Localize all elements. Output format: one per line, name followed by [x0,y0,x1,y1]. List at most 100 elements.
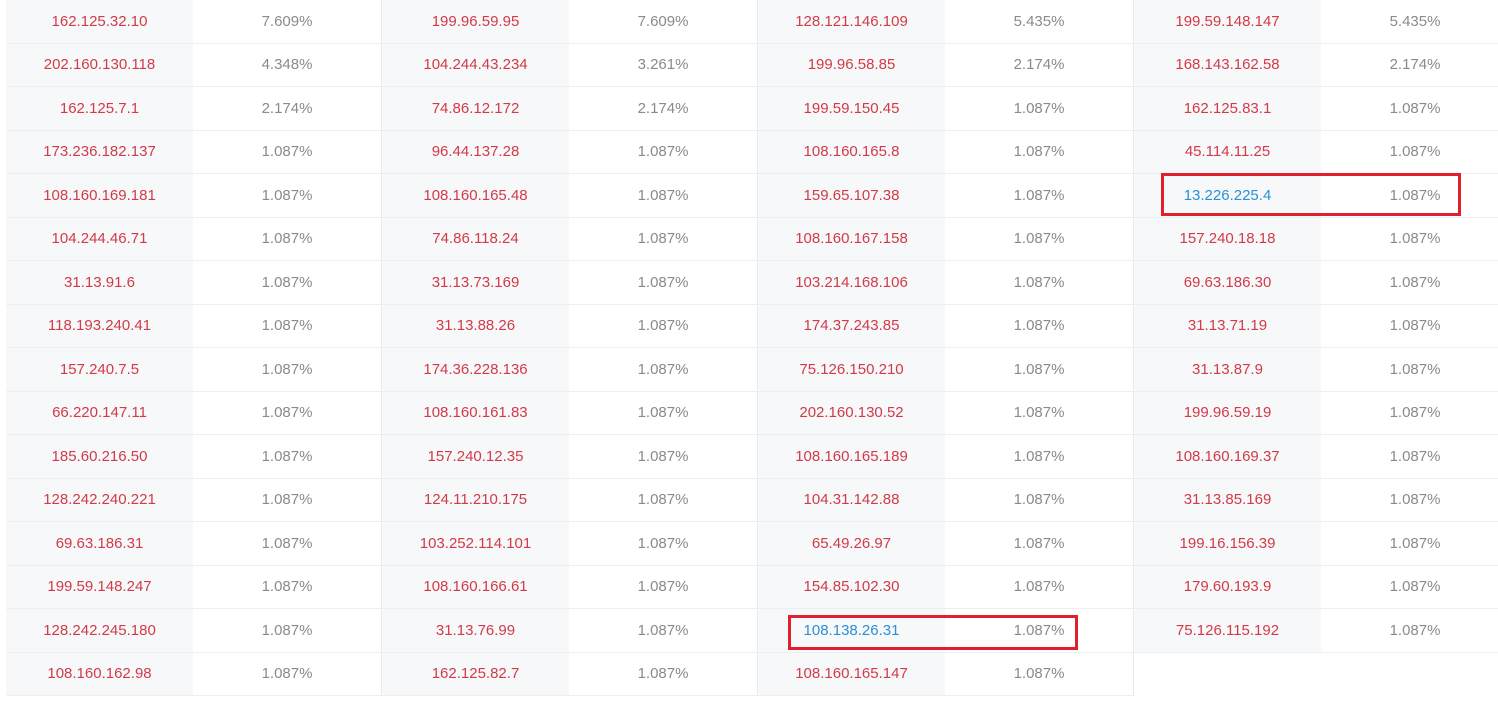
table-row[interactable]: 31.13.91.6 1.087% [6,261,381,305]
table-row[interactable]: 168.143.162.58 2.174% [1134,43,1498,87]
ip-address: 199.59.148.247 [6,565,193,608]
table-row[interactable]: 108.160.162.98 1.087% [6,652,381,696]
table-row[interactable]: 31.13.88.26 1.087% [382,304,757,348]
ip-address: 199.59.150.45 [758,87,945,130]
table-row[interactable]: 162.125.83.1 1.087% [1134,87,1498,131]
table-row[interactable]: 31.13.87.9 1.087% [1134,348,1498,392]
table-row[interactable]: 74.86.12.172 2.174% [382,87,757,131]
percentage: 2.174% [569,87,757,130]
table-row[interactable]: 104.244.46.71 1.087% [6,217,381,261]
table-row[interactable]: 124.11.210.175 1.087% [382,478,757,522]
percentage: 1.087% [1321,304,1498,347]
table-row[interactable]: 75.126.115.192 1.087% [1134,609,1498,653]
ip-address: 162.125.7.1 [6,87,193,130]
percentage: 5.435% [1321,0,1498,43]
table-row[interactable]: 45.114.11.25 1.087% [1134,130,1498,174]
table-row[interactable]: 103.252.114.101 1.087% [382,522,757,566]
table-row[interactable]: 202.160.130.52 1.087% [758,391,1133,435]
table-row[interactable]: 157.240.7.5 1.087% [6,348,381,392]
ip-address: 108.160.169.181 [6,174,193,217]
table-row[interactable]: 159.65.107.38 1.087% [758,174,1133,218]
table-row[interactable]: 174.37.243.85 1.087% [758,304,1133,348]
percentage: 1.087% [569,522,757,565]
table-row[interactable]: 199.59.150.45 1.087% [758,87,1133,131]
percentage: 1.087% [1321,478,1498,521]
table-row[interactable]: 96.44.137.28 1.087% [382,130,757,174]
percentage: 1.087% [1321,522,1498,565]
table-row[interactable]: 162.125.82.7 1.087% [382,652,757,696]
percentage: 1.087% [569,391,757,434]
percentage: 1.087% [193,522,381,565]
table-row[interactable]: 128.242.245.180 1.087% [6,609,381,653]
table-row[interactable]: 199.16.156.39 1.087% [1134,522,1498,566]
table-row[interactable]: 154.85.102.30 1.087% [758,565,1133,609]
table-row-highlighted[interactable]: 13.226.225.4 1.087% [1134,174,1498,218]
table-row[interactable]: 199.96.59.19 1.087% [1134,391,1498,435]
percentage: 2.174% [193,87,381,130]
ip-address: 96.44.137.28 [382,130,569,173]
table-row[interactable]: 179.60.193.9 1.087% [1134,565,1498,609]
table-row[interactable]: 31.13.71.19 1.087% [1134,304,1498,348]
table-row[interactable]: 118.193.240.41 1.087% [6,304,381,348]
table-row[interactable]: 128.121.146.109 5.435% [758,0,1133,44]
ip-address: 108.160.165.48 [382,174,569,217]
percentage: 1.087% [1321,435,1498,478]
table-row[interactable]: 104.31.142.88 1.087% [758,478,1133,522]
table-row[interactable]: 69.63.186.31 1.087% [6,522,381,566]
table-row-highlighted[interactable]: 108.138.26.31 1.087% [758,609,1133,653]
table-row[interactable]: 108.160.166.61 1.087% [382,565,757,609]
table-row[interactable]: 199.96.58.85 2.174% [758,43,1133,87]
table-row[interactable]: 104.244.43.234 3.261% [382,43,757,87]
table-row[interactable]: 108.160.169.181 1.087% [6,174,381,218]
table-row[interactable]: 202.160.130.118 4.348% [6,43,381,87]
table-row[interactable]: 108.160.165.147 1.087% [758,652,1133,696]
percentage: 1.087% [569,261,757,304]
table-row[interactable]: 199.96.59.95 7.609% [382,0,757,44]
table-row[interactable]: 108.160.167.158 1.087% [758,217,1133,261]
table-row[interactable]: 162.125.7.1 2.174% [6,87,381,131]
ip-address: 108.160.165.8 [758,130,945,173]
ip-address: 179.60.193.9 [1134,565,1321,608]
percentage: 2.174% [1321,43,1498,86]
percentage: 1.087% [193,478,381,521]
ip-address: 31.13.88.26 [382,304,569,347]
table-row[interactable]: 199.59.148.247 1.087% [6,565,381,609]
percentage: 1.087% [569,304,757,347]
table-row[interactable]: 74.86.118.24 1.087% [382,217,757,261]
percentage: 1.087% [945,565,1133,608]
table-row[interactable]: 69.63.186.30 1.087% [1134,261,1498,305]
table-row[interactable]: 65.49.26.97 1.087% [758,522,1133,566]
ip-address: 199.16.156.39 [1134,522,1321,565]
table-column-1: 162.125.32.10 7.609% 202.160.130.118 4.348… [6,0,381,696]
ip-address: 199.96.58.85 [758,43,945,86]
table-row[interactable]: 31.13.76.99 1.087% [382,609,757,653]
ip-address: 75.126.150.210 [758,348,945,391]
percentage: 1.087% [1321,217,1498,260]
table-row[interactable]: 174.36.228.136 1.087% [382,348,757,392]
table-row[interactable]: 108.160.169.37 1.087% [1134,435,1498,479]
percentage: 1.087% [1321,174,1498,217]
table-row[interactable]: 199.59.148.147 5.435% [1134,0,1498,44]
table-row[interactable]: 162.125.32.10 7.609% [6,0,381,44]
table-row[interactable]: 173.236.182.137 1.087% [6,130,381,174]
table-row[interactable]: 157.240.18.18 1.087% [1134,217,1498,261]
table-row[interactable]: 31.13.73.169 1.087% [382,261,757,305]
percentage: 1.087% [569,565,757,608]
ip-address: 65.49.26.97 [758,522,945,565]
table-row[interactable]: 103.214.168.106 1.087% [758,261,1133,305]
percentage: 1.087% [945,261,1133,304]
table-row[interactable]: 108.160.165.8 1.087% [758,130,1133,174]
table-row[interactable]: 108.160.161.83 1.087% [382,391,757,435]
table-row[interactable]: 185.60.216.50 1.087% [6,435,381,479]
ip-address: 103.252.114.101 [382,522,569,565]
table-row[interactable]: 66.220.147.11 1.087% [6,391,381,435]
ip-address: 202.160.130.52 [758,391,945,434]
table-row[interactable]: 75.126.150.210 1.087% [758,348,1133,392]
table-row[interactable]: 157.240.12.35 1.087% [382,435,757,479]
ip-address: 174.36.228.136 [382,348,569,391]
table-row[interactable]: 128.242.240.221 1.087% [6,478,381,522]
percentage: 1.087% [193,304,381,347]
table-row[interactable]: 108.160.165.48 1.087% [382,174,757,218]
table-row[interactable]: 31.13.85.169 1.087% [1134,478,1498,522]
table-row[interactable]: 108.160.165.189 1.087% [758,435,1133,479]
